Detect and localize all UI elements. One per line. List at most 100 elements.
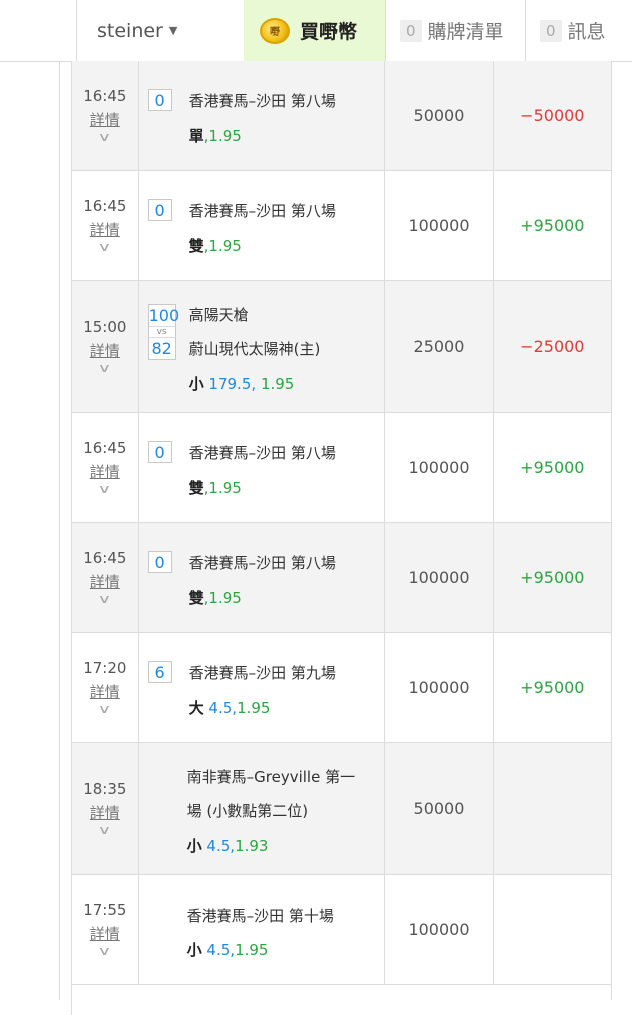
stake-amount: 100000 xyxy=(385,633,494,742)
pick: 雙 xyxy=(188,479,204,497)
stake-amount: 100000 xyxy=(385,875,494,984)
odds: 1.95 xyxy=(235,941,269,959)
bet-time: 18:35 xyxy=(83,780,127,798)
chevron-down-icon[interactable]: ∨ xyxy=(98,823,112,837)
chevron-down-icon[interactable]: ∨ xyxy=(98,130,112,144)
messages-button[interactable]: 0 訊息 xyxy=(525,0,632,61)
cart-button[interactable]: 0 購牌清單 xyxy=(385,0,525,61)
chevron-down-icon[interactable]: ∨ xyxy=(98,944,112,958)
detail-link[interactable]: 詳情 xyxy=(90,461,120,482)
odds: 1.95 xyxy=(260,375,295,393)
bet-description: 0 香港賽馬–沙田 第八場 單,1.95 xyxy=(139,61,386,170)
coin-label: 買嘢幣 xyxy=(300,21,358,43)
result-amount: +95000 xyxy=(520,216,585,235)
event-name: 香港賽馬–沙田 第九場 xyxy=(188,664,336,682)
pick: 小 xyxy=(186,837,202,855)
bet-selection: 小 4.5,1.95 xyxy=(186,941,269,959)
bet-selection: 小 179.5, 1.95 xyxy=(188,375,295,393)
score-home: 100 xyxy=(148,306,180,325)
time-cell: 15:00 詳情 ∨ xyxy=(72,281,139,412)
odds: 1.93 xyxy=(235,837,269,855)
pick: 小 xyxy=(188,375,204,393)
odds: 1.95 xyxy=(208,237,242,255)
stake-amount: 50000 xyxy=(385,743,494,874)
odds: 1.95 xyxy=(208,479,242,497)
time-cell: 16:45 詳情 ∨ xyxy=(72,523,139,632)
coin-icon: 嘢 xyxy=(260,17,290,44)
stake-amount: 100000 xyxy=(385,171,494,280)
message-count-badge: 0 xyxy=(540,19,562,42)
bet-description: 0 香港賽馬–沙田 第八場 雙,1.95 xyxy=(139,523,386,632)
bet-time: 17:55 xyxy=(83,901,127,919)
bet-row: 18:35 詳情 ∨ 南非賽馬–Greyville 第一 場 (小數點第二位) … xyxy=(71,743,611,875)
team-b: 蔚山現代太陽神(主) xyxy=(188,340,321,358)
pick: 大 xyxy=(188,699,204,717)
cart-label: 購牌清單 xyxy=(427,21,504,43)
score-away: 82 xyxy=(151,339,172,358)
detail-link[interactable]: 詳情 xyxy=(90,109,120,130)
event-name: 香港賽馬–沙田 第八場 xyxy=(188,92,336,110)
bet-history-list: 16:45 詳情 ∨ 0 香港賽馬–沙田 第八場 單,1.95 50000 −5… xyxy=(71,61,611,1015)
bet-row: 16:45 詳情 ∨ 0 香港賽馬–沙田 第八場 雙,1.95 100000 +… xyxy=(71,171,611,281)
bet-description: 100 vs 82 高陽天槍 蔚山現代太陽神(主) 小 179.5, 1.95 xyxy=(139,281,386,412)
bet-description: 0 香港賽馬–沙田 第八場 雙,1.95 xyxy=(139,413,386,522)
cart-count-badge: 0 xyxy=(400,19,422,42)
race-number: 0 xyxy=(147,199,172,221)
result-amount: −50000 xyxy=(520,106,585,125)
time-cell: 16:45 詳情 ∨ xyxy=(72,171,139,280)
bet-time: 15:00 xyxy=(83,318,127,336)
race-number: 6 xyxy=(147,661,172,683)
bet-row: 15:00 詳情 ∨ 100 vs 82 高陽天槍 蔚山現代太陽神(主) 小 1… xyxy=(71,281,611,413)
race-number: 0 xyxy=(147,89,172,111)
result-amount: −25000 xyxy=(520,337,585,356)
coin-button[interactable]: 嘢 買嘢幣 xyxy=(244,0,385,61)
event-name: 香港賽馬–沙田 第十場 xyxy=(186,907,334,925)
pick: 雙 xyxy=(188,237,204,255)
line-value: 4.5 xyxy=(206,941,231,959)
pick: 小 xyxy=(186,941,202,959)
event-name: 南非賽馬–Greyville 第一 xyxy=(186,768,356,786)
detail-link[interactable]: 詳情 xyxy=(90,571,120,592)
time-cell: 17:55 詳情 ∨ xyxy=(72,875,139,984)
bet-row: 17:55 詳情 ∨ 香港賽馬–沙田 第十場 小 4.5,1.95 100000 xyxy=(71,875,611,985)
bet-row: 16:45 詳情 ∨ 0 香港賽馬–沙田 第八場 雙,1.95 100000 +… xyxy=(71,413,611,523)
line-value: 4.5 xyxy=(206,837,231,855)
chevron-down-icon[interactable]: ∨ xyxy=(98,482,112,496)
bet-selection: 雙,1.95 xyxy=(188,589,242,607)
event-name: 香港賽馬–沙田 第八場 xyxy=(188,444,336,462)
detail-link[interactable]: 詳情 xyxy=(90,340,120,361)
detail-link[interactable]: 詳情 xyxy=(90,681,120,702)
detail-link[interactable]: 詳情 xyxy=(90,923,120,944)
bet-row: 17:20 詳情 ∨ 6 香港賽馬–沙田 第九場 大 4.5,1.95 1000… xyxy=(71,633,611,743)
bet-time: 16:45 xyxy=(83,197,127,215)
bet-selection: 小 4.5,1.93 xyxy=(186,837,269,855)
caret-down-icon: ▼ xyxy=(168,24,178,37)
odds: 1.95 xyxy=(208,127,242,145)
vs-label: vs xyxy=(148,326,175,338)
chevron-down-icon[interactable]: ∨ xyxy=(98,361,112,375)
detail-link[interactable]: 詳情 xyxy=(90,219,120,240)
line-value: 179.5 xyxy=(208,375,252,393)
bet-description: 0 香港賽馬–沙田 第八場 雙,1.95 xyxy=(139,171,386,280)
top-bar: steiner ▼ 嘢 買嘢幣 0 購牌清單 0 訊息 xyxy=(0,0,632,62)
stake-amount: 25000 xyxy=(385,281,494,412)
bet-time: 17:20 xyxy=(83,659,127,677)
detail-link[interactable]: 詳情 xyxy=(90,802,120,823)
stake-amount: 100000 xyxy=(385,523,494,632)
result-amount: +95000 xyxy=(520,678,585,697)
chevron-down-icon[interactable]: ∨ xyxy=(98,702,112,716)
frame-divider-left xyxy=(59,61,60,1000)
chevron-down-icon[interactable]: ∨ xyxy=(98,592,112,606)
team-a: 高陽天槍 xyxy=(188,306,249,324)
user-menu[interactable]: steiner ▼ xyxy=(76,0,244,61)
event-name-continued: 場 (小數點第二位) xyxy=(186,802,309,820)
chevron-down-icon[interactable]: ∨ xyxy=(98,240,112,254)
time-cell: 16:45 詳情 ∨ xyxy=(72,413,139,522)
bet-row: 16:45 詳情 ∨ 0 香港賽馬–沙田 第八場 單,1.95 50000 −5… xyxy=(71,61,611,171)
line-value: 4.5 xyxy=(208,699,233,717)
stake-amount: 100000 xyxy=(385,413,494,522)
time-cell: 17:20 詳情 ∨ xyxy=(72,633,139,742)
event-name: 香港賽馬–沙田 第八場 xyxy=(188,554,336,572)
event-name: 香港賽馬–沙田 第八場 xyxy=(188,202,336,220)
bet-description: 6 香港賽馬–沙田 第九場 大 4.5,1.95 xyxy=(139,633,386,742)
